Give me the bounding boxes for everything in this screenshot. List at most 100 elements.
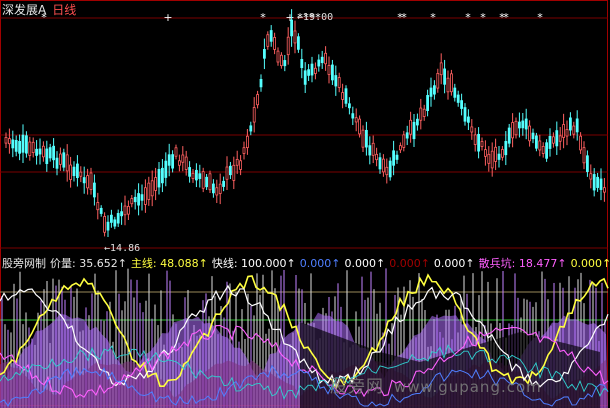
candle	[555, 121, 559, 155]
candle	[283, 55, 287, 72]
candle	[330, 59, 334, 85]
candle	[225, 156, 229, 190]
candle	[361, 125, 365, 153]
candle	[463, 103, 467, 126]
candlestick-panel[interactable]: * + * + * * * * * * * * * * * *	[0, 0, 610, 252]
candle	[392, 140, 396, 176]
candle	[205, 174, 209, 190]
candle	[7, 128, 11, 154]
candle	[110, 209, 113, 228]
candle	[147, 176, 151, 206]
candle	[296, 33, 300, 53]
candle	[86, 168, 89, 195]
candle	[31, 137, 35, 158]
signal-mark: +	[285, 11, 294, 24]
max-price-label: ←19.00	[297, 12, 334, 23]
stock-title: 深发展A 日线	[2, 1, 76, 18]
candle	[368, 136, 372, 165]
candle	[286, 27, 290, 65]
candle	[341, 83, 345, 109]
candle	[409, 111, 413, 143]
candle	[211, 179, 215, 198]
candle	[344, 85, 348, 107]
candle	[596, 172, 599, 192]
candle	[307, 64, 311, 81]
candle	[589, 164, 593, 189]
signal-mark: *	[465, 11, 471, 24]
candle	[518, 112, 521, 138]
candle	[565, 120, 569, 146]
candle	[79, 166, 83, 183]
candle	[154, 167, 158, 201]
signal-mark: *	[503, 11, 509, 24]
candle	[337, 72, 341, 93]
candle	[130, 195, 134, 208]
candle	[293, 20, 297, 54]
candle	[96, 192, 100, 220]
candle	[480, 137, 484, 151]
candlestick-chart[interactable]: * + * + * * * * ** * * * ** *	[0, 0, 610, 252]
candle	[521, 113, 525, 136]
candle	[28, 136, 32, 161]
candle	[603, 178, 606, 202]
candle	[320, 50, 324, 69]
candle	[38, 138, 42, 165]
signal-mark: *	[430, 11, 436, 24]
candle	[531, 128, 535, 144]
candle	[364, 121, 368, 156]
candle	[69, 156, 72, 188]
candle	[208, 170, 212, 193]
candle	[507, 123, 511, 148]
candle	[42, 141, 45, 162]
legend-entry-7: 散兵坑: 18.477↑	[478, 257, 567, 270]
candle	[14, 135, 18, 157]
candle	[415, 113, 419, 131]
period-label[interactable]: 日线	[52, 3, 76, 17]
candle	[395, 150, 399, 164]
candle	[140, 184, 144, 211]
candle	[535, 132, 538, 152]
candle	[443, 59, 447, 94]
candle	[381, 154, 385, 177]
candle	[123, 195, 127, 226]
candle	[511, 113, 515, 148]
candle	[456, 90, 460, 107]
candle	[375, 147, 379, 167]
candle	[422, 104, 426, 121]
signal-mark: *	[260, 11, 266, 24]
candle	[52, 138, 55, 168]
candle	[194, 163, 198, 188]
candle	[347, 97, 351, 115]
candle	[569, 112, 572, 136]
candle	[273, 32, 277, 55]
candle	[449, 69, 453, 96]
indicator-header: 股旁网制 价量: 35.652↑ 主线: 48.088↑ 快线: 100.000↑ 0.…	[2, 255, 610, 271]
candle	[143, 179, 147, 213]
candle	[279, 52, 283, 69]
candle	[405, 125, 409, 146]
candle	[483, 140, 487, 166]
min-price-label: ←14.86	[104, 243, 141, 254]
candle	[494, 138, 498, 171]
candle	[218, 173, 222, 205]
candle	[453, 83, 457, 102]
candle	[150, 170, 154, 207]
candle	[235, 150, 239, 174]
candle	[300, 48, 304, 79]
candle	[198, 164, 202, 188]
legend-entry-6: 0.000↑	[433, 257, 475, 270]
candle	[310, 56, 314, 83]
candle	[160, 159, 164, 193]
candle	[558, 127, 562, 151]
candle	[137, 183, 141, 216]
legend-entry-3: 0.000↑	[299, 257, 341, 270]
candle	[504, 131, 508, 166]
candle	[259, 74, 263, 92]
candle	[327, 56, 331, 84]
candle	[446, 70, 450, 100]
watermark-text: 股旁网	[330, 377, 384, 397]
candle	[222, 176, 226, 192]
candle	[18, 134, 22, 161]
candle	[599, 168, 603, 201]
candle	[388, 157, 392, 181]
